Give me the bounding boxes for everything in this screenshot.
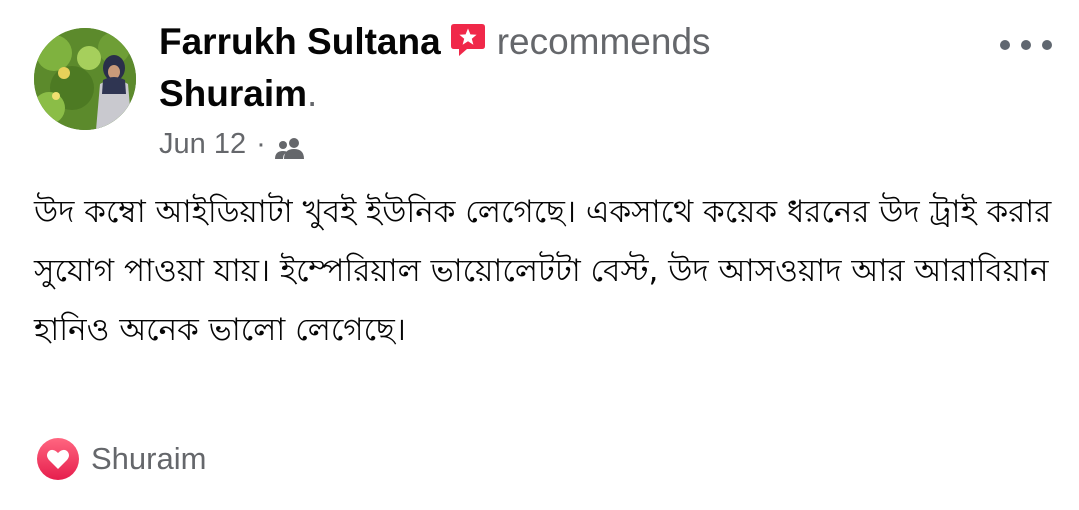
action-verb: recommends (496, 21, 711, 62)
more-options-button[interactable] (1000, 34, 1052, 56)
author-avatar[interactable] (34, 28, 136, 130)
more-dot-icon (1042, 40, 1052, 50)
reactions-bar[interactable]: Shuraim (37, 438, 206, 480)
page-name-suffix: . (307, 73, 318, 114)
review-text: উদ কম্বো আইডিয়াটা খুবই ইউনিক লেগেছে। এক… (34, 194, 1052, 348)
header-line: Farrukh Sultana recommends (159, 18, 979, 70)
post-meta: Jun 12 · (159, 124, 306, 164)
heart-icon (37, 438, 79, 480)
page-name[interactable]: Shuraim (159, 73, 307, 114)
author-name[interactable]: Farrukh Sultana (159, 21, 441, 62)
reactor-name: Shuraim (91, 441, 207, 476)
post-header: Farrukh Sultana recommends Shuraim. (159, 18, 979, 118)
review-post: Farrukh Sultana recommends Shuraim. Jun 1… (0, 0, 1079, 510)
page-line: Shuraim. (159, 70, 979, 118)
post-date[interactable]: Jun 12 (159, 124, 246, 164)
meta-separator: · (256, 128, 266, 160)
friends-icon[interactable] (274, 132, 306, 159)
more-dot-icon (1021, 40, 1031, 50)
recommend-icon (449, 22, 487, 70)
more-dot-icon (1000, 40, 1010, 50)
